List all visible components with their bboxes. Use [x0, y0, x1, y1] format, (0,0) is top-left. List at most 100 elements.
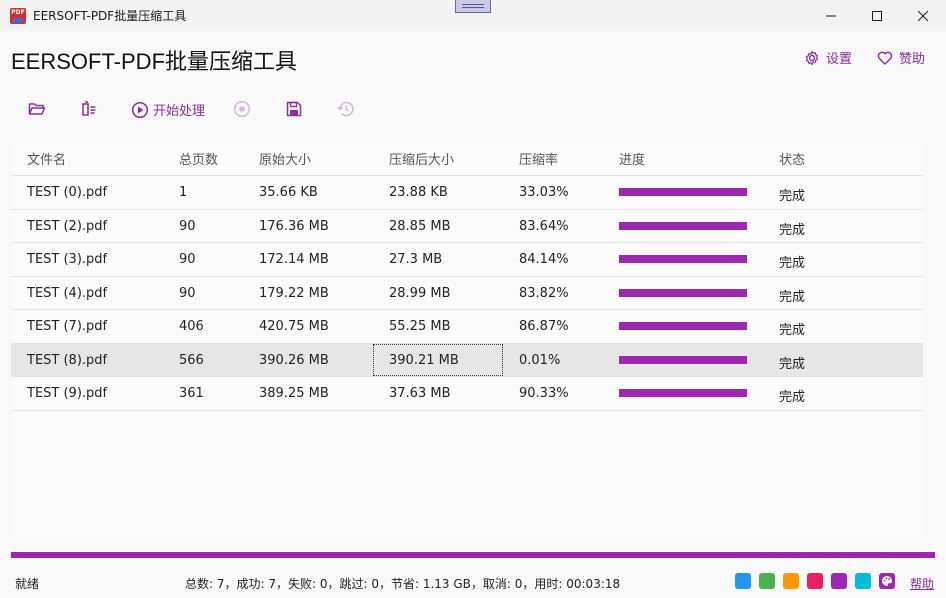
column-header-progress[interactable]: 进度: [619, 149, 645, 168]
file-table: 文件名 总页数 原始大小 压缩后大小 压缩率 进度 状态 TEST (0).pd…: [11, 139, 923, 540]
cell-status: 完成: [779, 222, 806, 238]
cell-filename: TEST (8).pdf: [27, 352, 108, 368]
table-row[interactable]: TEST (2).pdf 90 176.36 MB 28.85 MB 83.64% 完成: [11, 210, 923, 243]
table-header: 文件名 总页数 原始大小 压缩后大小 压缩率 进度 状态: [11, 139, 923, 176]
overall-progress-bar: [11, 552, 935, 558]
cell-compressed-size: 37.63 MB: [389, 386, 451, 401]
row-progress-fill: [619, 322, 747, 330]
row-progress-bar: [619, 288, 747, 297]
row-progress-bar: [619, 355, 747, 364]
app-icon-text: PDF: [11, 8, 25, 16]
cell-status: 完成: [779, 189, 806, 204]
row-progress-fill: [619, 389, 747, 397]
cell-ratio: 0.01%: [519, 352, 561, 368]
start-processing-label: 开始处理: [153, 104, 206, 119]
close-icon: [918, 10, 928, 21]
minimize-button[interactable]: [808, 0, 854, 31]
palette-icon: [882, 576, 893, 586]
history-button[interactable]: [337, 100, 355, 118]
cell-original-size: 35.66 KB: [259, 185, 318, 200]
stop-button[interactable]: [233, 100, 251, 118]
row-progress-bar: [619, 221, 747, 230]
cell-filename: TEST (9).pdf: [27, 386, 108, 401]
theme-swatch-orange[interactable]: [783, 573, 799, 589]
column-header-original-size[interactable]: 原始大小: [259, 149, 311, 168]
table-row[interactable]: TEST (8).pdf 566 390.26 MB 390.21 MB 0.01% 完成: [11, 343, 923, 377]
cell-ratio: 83.82%: [519, 285, 569, 301]
row-progress-bar: [619, 322, 747, 330]
cell-status: 完成: [779, 323, 806, 338]
cell-original-size: 172.14 MB: [259, 252, 329, 267]
cell-original-size: 420.75 MB: [259, 319, 329, 334]
table-row[interactable]: TEST (7).pdf 406 420.75 MB 55.25 MB 86.87% 完成: [11, 310, 923, 344]
custom-theme-button[interactable]: [879, 573, 895, 589]
cell-compressed-size: 28.85 MB: [389, 218, 451, 234]
cell-compressed-size: 27.3 MB: [389, 252, 443, 267]
cell-status: 完成: [779, 356, 806, 372]
column-header-compressed-size[interactable]: 压缩后大小: [389, 149, 454, 168]
row-progress-fill: [619, 221, 747, 230]
theme-swatch-purple[interactable]: [831, 573, 847, 589]
cell-original-size: 389.25 MB: [259, 386, 329, 401]
donate-label: 赞助: [899, 52, 926, 67]
table-row[interactable]: TEST (3).pdf 90 172.14 MB 27.3 MB 84.14% 完成: [11, 243, 923, 277]
cell-ratio: 83.64%: [519, 218, 569, 234]
history-icon: [337, 101, 354, 117]
maximize-button[interactable]: [854, 0, 900, 31]
cell-original-size: 179.22 MB: [259, 285, 329, 301]
maximize-icon: [872, 10, 882, 21]
cell-ratio: 90.33%: [519, 386, 569, 401]
cell-compressed-size: 28.99 MB: [389, 285, 451, 301]
help-link[interactable]: 帮助: [910, 575, 934, 592]
theme-swatch-blue[interactable]: [735, 573, 751, 589]
save-button[interactable]: [285, 100, 303, 118]
column-header-ratio[interactable]: 压缩率: [519, 149, 558, 168]
focused-cell-outline: [373, 343, 503, 376]
save-icon: [286, 101, 302, 117]
start-processing-button[interactable]: 开始处理: [131, 100, 205, 119]
cell-filename: TEST (4).pdf: [27, 285, 108, 301]
donate-link[interactable]: 赞助: [877, 48, 925, 67]
row-progress-bar: [619, 188, 747, 196]
heart-icon: [877, 51, 893, 65]
stop-circle-icon: [233, 100, 251, 118]
cell-pages: 90: [179, 218, 196, 234]
column-header-pages[interactable]: 总页数: [179, 149, 218, 168]
settings-link[interactable]: 设置: [804, 48, 852, 67]
drag-handle[interactable]: [455, 0, 491, 13]
table-row[interactable]: TEST (0).pdf 1 35.66 KB 23.88 KB 33.03% 完成: [11, 176, 923, 210]
cell-pages: 1: [179, 185, 188, 200]
row-progress-fill: [619, 288, 747, 297]
column-header-status[interactable]: 状态: [779, 149, 805, 168]
table-row[interactable]: TEST (4).pdf 90 179.22 MB 28.99 MB 83.82% 完成: [11, 277, 923, 310]
play-circle-icon: [131, 101, 149, 118]
column-header-filename[interactable]: 文件名: [27, 149, 66, 168]
cell-filename: TEST (7).pdf: [27, 319, 108, 334]
toolbar: 开始处理: [11, 83, 923, 135]
cell-ratio: 84.14%: [519, 252, 569, 267]
open-folder-button[interactable]: [28, 100, 46, 118]
title-bar: PDF EERSOFT-PDF批量压缩工具: [0, 0, 946, 31]
cell-pages: 566: [179, 352, 204, 368]
cell-status: 完成: [779, 289, 806, 305]
cell-filename: TEST (3).pdf: [27, 252, 108, 267]
cell-original-size: 390.26 MB: [259, 352, 329, 368]
table-row[interactable]: TEST (9).pdf 361 389.25 MB 37.63 MB 90.33% 完成: [11, 377, 923, 411]
cell-status: 完成: [779, 256, 806, 271]
theme-swatch-green[interactable]: [759, 573, 775, 589]
cell-ratio: 33.03%: [519, 185, 569, 200]
page-title: EERSOFT-PDF批量压缩工具: [11, 49, 298, 74]
settings-label: 设置: [826, 52, 853, 67]
row-progress-fill: [619, 255, 747, 263]
row-progress-bar: [619, 255, 747, 263]
status-summary: 总数: 7，成功: 7，失败: 0，跳过: 0，节省: 1.13 GB，取消: …: [185, 577, 621, 591]
cell-filename: TEST (0).pdf: [27, 185, 108, 200]
theme-swatch-pink[interactable]: [807, 573, 823, 589]
row-progress-fill: [619, 355, 747, 364]
folder-open-icon: [28, 103, 46, 115]
cell-compressed-size: 23.88 KB: [389, 185, 448, 200]
theme-swatch-cyan[interactable]: [855, 573, 871, 589]
close-button[interactable]: [900, 0, 946, 31]
clear-list-button[interactable]: [79, 100, 97, 118]
delete-list-icon: [82, 101, 96, 116]
